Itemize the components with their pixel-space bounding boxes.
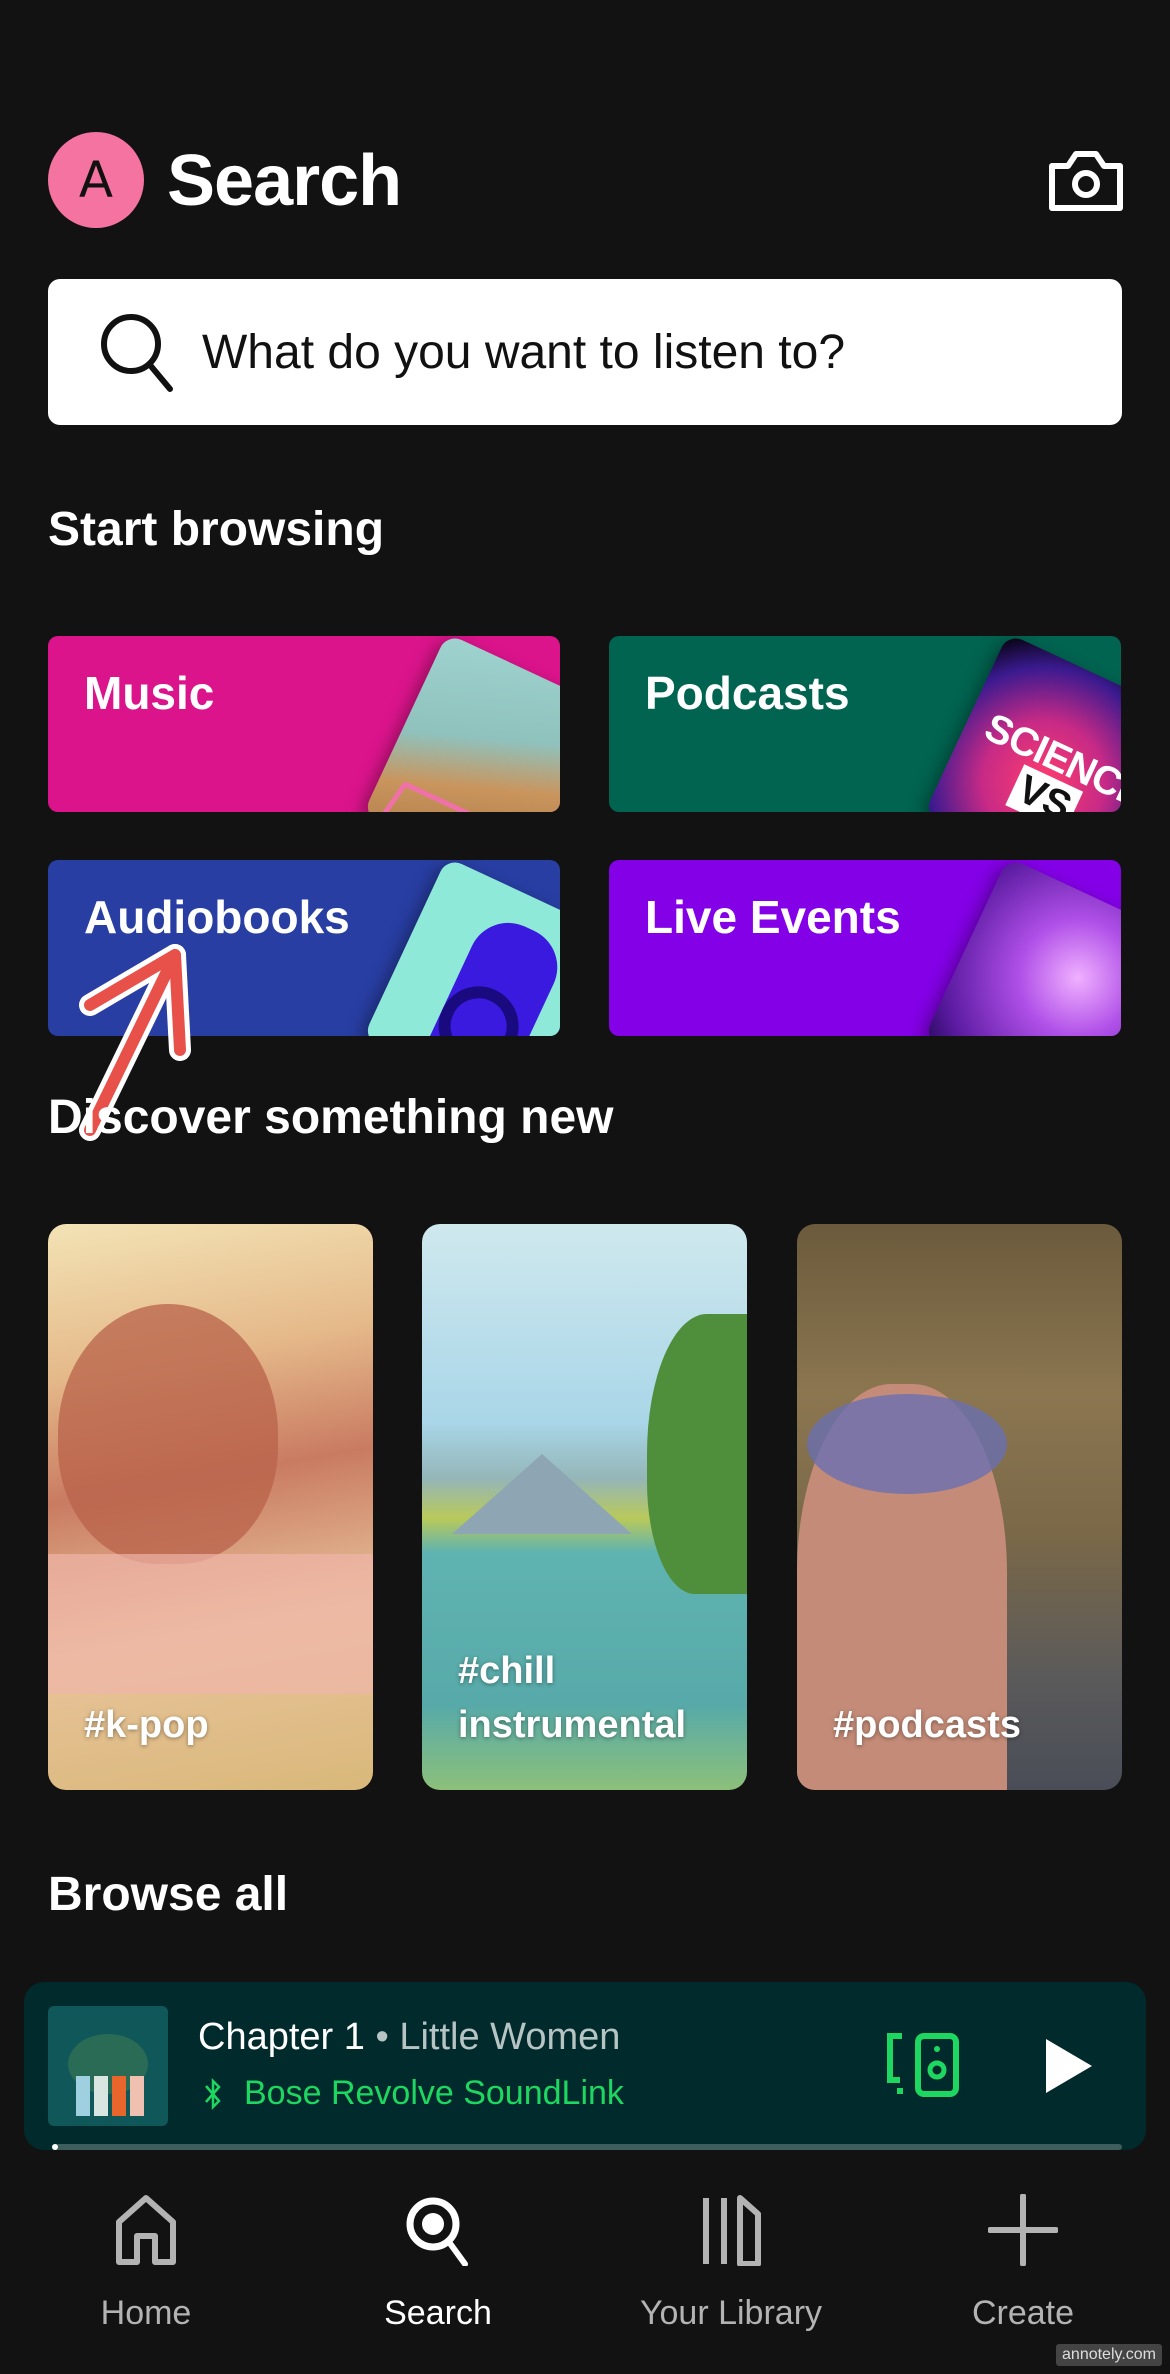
- track-title: Chapter 1: [198, 2016, 365, 2058]
- mini-player[interactable]: Chapter 1 • Little Women Bose Revolve So…: [24, 1982, 1146, 2150]
- playback-progress-bar[interactable]: [52, 2144, 1122, 2150]
- nav-create[interactable]: Create: [923, 2194, 1123, 2333]
- home-icon: [116, 2195, 176, 2265]
- nav-label: Home: [100, 2294, 192, 2332]
- title-separator: •: [364, 2016, 400, 2058]
- discover-tag: #chill instrumental: [458, 1650, 687, 1746]
- live-events-artwork: [923, 860, 1121, 1036]
- plus-icon: [988, 2194, 1058, 2266]
- nav-label: Your Library: [639, 2294, 823, 2332]
- camera-button[interactable]: [1048, 148, 1124, 212]
- category-tile-live-events[interactable]: Live Events: [609, 860, 1121, 1036]
- discover-card-podcasts[interactable]: #podcasts: [797, 1224, 1122, 1790]
- discover-tag: #podcasts: [833, 1704, 1021, 1746]
- device-name: Bose Revolve SoundLink: [244, 2074, 624, 2112]
- tile-label: Podcasts: [645, 667, 850, 719]
- audiobooks-artwork: [362, 860, 560, 1036]
- music-artwork: [362, 636, 560, 812]
- page-title: Search: [167, 141, 402, 221]
- bottom-navigation: Home Search Your Library Create: [0, 2156, 1170, 2374]
- nav-label: Create: [971, 2294, 1075, 2332]
- category-tile-podcasts[interactable]: Podcasts SCIENCE VS: [609, 636, 1121, 812]
- library-icon: [703, 2195, 761, 2266]
- discover-card-chill-instrumental[interactable]: #chill instrumental: [422, 1224, 747, 1790]
- discover-card-kpop[interactable]: #k-pop: [48, 1224, 373, 1790]
- nav-label: Search: [384, 2294, 492, 2332]
- connect-device-icon[interactable]: [886, 2032, 962, 2098]
- bluetooth-icon: [205, 2077, 221, 2110]
- camera-icon: [1049, 151, 1123, 211]
- category-tile-music[interactable]: Music: [48, 636, 560, 812]
- discover-heading: Discover something new: [48, 1091, 614, 1144]
- browse-all-heading: Browse all: [48, 1868, 289, 1921]
- play-icon[interactable]: [1044, 2037, 1094, 2095]
- search-icon: [406, 2197, 468, 2266]
- search-input[interactable]: [202, 324, 1052, 380]
- book-title: Little Women: [399, 2016, 621, 2058]
- podcast-artwork: SCIENCE VS: [923, 636, 1121, 812]
- now-playing-title: Chapter 1 • Little Women: [198, 2016, 620, 2059]
- search-bar[interactable]: [48, 279, 1122, 425]
- nav-your-library[interactable]: Your Library: [631, 2194, 831, 2333]
- nav-search[interactable]: Search: [338, 2194, 538, 2333]
- search-icon: [101, 314, 173, 392]
- start-browsing-heading: Start browsing: [48, 503, 385, 556]
- tile-label: Music: [84, 667, 215, 719]
- tile-label: Live Events: [645, 891, 901, 943]
- nav-home[interactable]: Home: [46, 2194, 246, 2333]
- watermark: annotely.com: [1056, 2344, 1162, 2366]
- now-playing-cover: [48, 2006, 168, 2126]
- progress-fill: [52, 2144, 59, 2150]
- profile-avatar[interactable]: A: [48, 132, 144, 228]
- discover-tag: #k-pop: [84, 1704, 209, 1746]
- connected-device: Bose Revolve SoundLink: [204, 2074, 624, 2113]
